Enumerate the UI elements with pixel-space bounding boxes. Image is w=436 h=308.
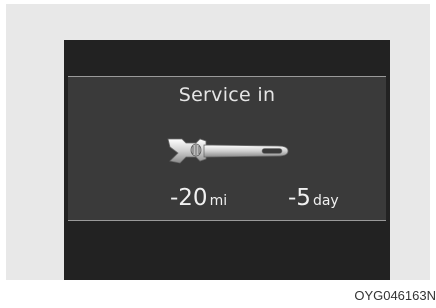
wrench-icon [167, 138, 289, 164]
time-unit: day [312, 193, 339, 209]
bottom-divider [68, 220, 386, 221]
figure-frame: Service in -20 mi -5 day [6, 4, 430, 280]
distance-reading: -20 mi [170, 185, 227, 211]
cluster-display: Service in -20 mi -5 day [64, 40, 390, 280]
figure-code: OYG046163N [354, 288, 436, 303]
service-title: Service in [178, 84, 276, 106]
distance-value: -20 [170, 185, 208, 211]
time-value: -5 [288, 185, 311, 211]
distance-unit: mi [209, 193, 228, 209]
top-divider [68, 76, 386, 77]
time-reading: -5 day [288, 185, 339, 211]
